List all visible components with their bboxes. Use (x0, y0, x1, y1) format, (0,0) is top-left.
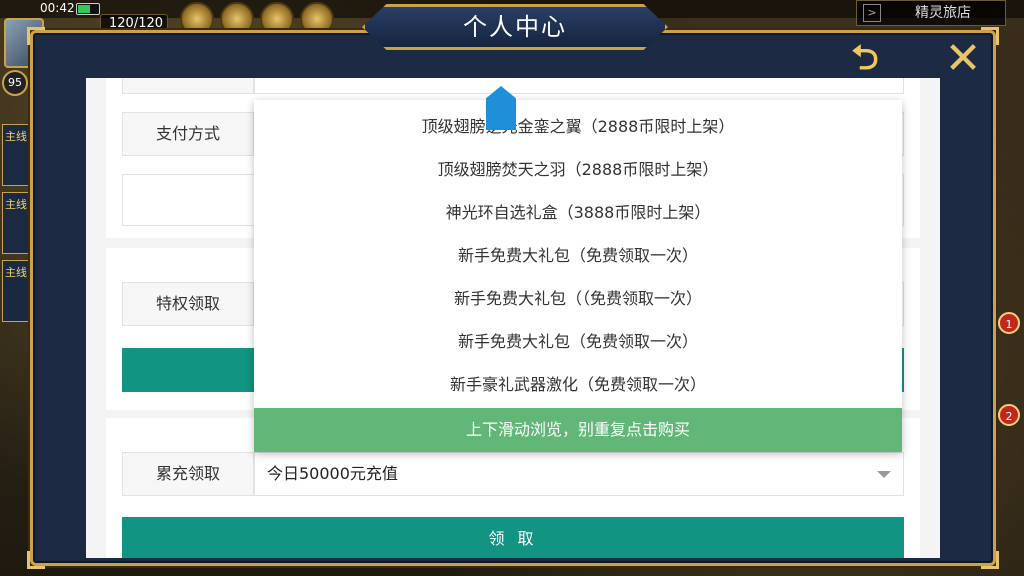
dropdown-option[interactable]: 新手免费大礼包（（免费领取一次） (254, 277, 902, 320)
back-button[interactable]: ⮌ (836, 40, 894, 76)
cumulative-label: 累充领取 (122, 452, 254, 496)
battery-icon (76, 3, 100, 15)
modal-title: 个人中心 (463, 13, 567, 41)
cumulative-select[interactable]: 今日50000元充值 (254, 452, 904, 496)
top-field-label (122, 78, 254, 94)
dropdown-option[interactable]: 新手免费大礼包（免费领取一次） (254, 320, 902, 363)
chevron-down-icon (877, 471, 891, 478)
claim-button[interactable]: 领 取 (122, 517, 904, 558)
dropdown-option[interactable]: 新手豪礼武器激化（免费领取一次） (254, 363, 902, 406)
cumulative-select-value: 今日50000元充值 (267, 464, 398, 483)
notification-badge[interactable]: 2 (998, 404, 1020, 426)
dropdown-scroll-hint: 上下滑动浏览，别重复点击购买 (254, 408, 902, 452)
top-field-input[interactable] (254, 78, 904, 94)
level-badge: 95 (2, 70, 28, 96)
energy-value: 120/120 (109, 16, 164, 31)
privilege-label: 特权领取 (122, 282, 254, 326)
payment-method-label: 支付方式 (122, 112, 254, 156)
dropdown-option[interactable]: 神光环自选礼盒（3888币限时上架） (254, 191, 902, 234)
frame-corner-ornament (27, 27, 45, 45)
dropdown-option[interactable]: 顶级翅膀逆光金銮之翼（2888币限时上架） (254, 105, 902, 148)
clock: 00:42 (40, 1, 75, 15)
chevron-right-icon: > (863, 4, 881, 22)
close-button[interactable]: ✕ (940, 36, 986, 82)
close-icon: ✕ (944, 33, 982, 84)
dropdown-option[interactable]: 顶级翅膀焚天之羽（2888币限时上架） (254, 148, 902, 191)
package-dropdown-list: 顶级翅膀逆光金銮之翼（2888币限时上架） 顶级翅膀焚天之羽（2888币限时上架… (254, 100, 902, 452)
notification-badge[interactable]: 1 (998, 312, 1020, 334)
frame-corner-ornament (27, 551, 45, 569)
frame-corner-ornament (981, 551, 999, 569)
shop-button[interactable]: > 精灵旅店 (856, 0, 1006, 26)
dropdown-option[interactable]: 新手免费大礼包（免费领取一次） (254, 234, 902, 277)
back-arrow-icon: ⮌ (851, 38, 879, 78)
shop-label: 精灵旅店 (915, 5, 971, 21)
